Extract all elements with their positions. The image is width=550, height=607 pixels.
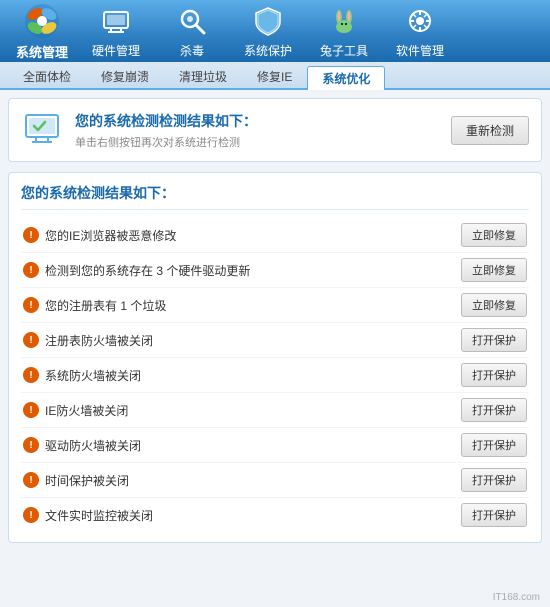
result-text-5: IE防火墙被关闭	[45, 402, 128, 419]
nav-protect[interactable]: 系统保护	[232, 0, 304, 63]
tab-clean-junk[interactable]: 清理垃圾	[164, 64, 242, 88]
warn-icon-7: !	[23, 472, 39, 488]
logo-icon	[23, 2, 61, 40]
kill-icon	[174, 3, 210, 39]
tab-repair-ie[interactable]: 修复IE	[242, 64, 307, 88]
status-left: 您的系统检测检测结果如下： 单击右侧按钮再次对系统进行检测	[21, 109, 257, 151]
fix-btn-6[interactable]: 打开保护	[461, 433, 527, 457]
fix-btn-8[interactable]: 打开保护	[461, 503, 527, 527]
result-text-3: 注册表防火墙被关闭	[45, 332, 153, 349]
nav-software-label: 软件管理	[396, 42, 444, 59]
result-row-3: ! 注册表防火墙被关闭 打开保护	[21, 323, 529, 358]
fix-btn-2[interactable]: 立即修复	[461, 293, 527, 317]
result-text-1: 检测到您的系统存在 3 个硬件驱动更新	[45, 262, 250, 279]
result-row-4: ! 系统防火墙被关闭 打开保护	[21, 358, 529, 393]
software-icon	[402, 3, 438, 39]
app-logo: 系统管理	[8, 2, 76, 61]
result-text-7: 时间保护被关闭	[45, 472, 129, 489]
warn-icon-1: !	[23, 262, 39, 278]
recheck-button[interactable]: 重新检测	[451, 116, 529, 145]
result-row-2: ! 您的注册表有 1 个垃圾 立即修复	[21, 288, 529, 323]
fix-btn-1[interactable]: 立即修复	[461, 258, 527, 282]
fix-btn-0[interactable]: 立即修复	[461, 223, 527, 247]
result-text-6: 驱动防火墙被关闭	[45, 437, 141, 454]
rabbit-icon	[326, 3, 362, 39]
warn-icon-4: !	[23, 367, 39, 383]
top-navbar: 系统管理 硬件管理 杀毒	[0, 0, 550, 62]
result-row-5: ! IE防火墙被关闭 打开保护	[21, 393, 529, 428]
result-row-0: ! 您的IE浏览器被恶意修改 立即修复	[21, 218, 529, 253]
nav-protect-label: 系统保护	[244, 42, 292, 59]
nav-rabbit[interactable]: 兔子工具	[308, 0, 380, 63]
nav-kill-label: 杀毒	[180, 42, 204, 59]
result-row-8: ! 文件实时监控被关闭 打开保护	[21, 498, 529, 532]
fix-btn-4[interactable]: 打开保护	[461, 363, 527, 387]
tabs-bar: 全面体检 修复崩溃 清理垃圾 修复IE 系统优化	[0, 62, 550, 90]
fix-btn-3[interactable]: 打开保护	[461, 328, 527, 352]
status-heading: 您的系统检测检测结果如下：	[75, 111, 257, 131]
status-text: 您的系统检测检测结果如下： 单击右侧按钮再次对系统进行检测	[75, 111, 257, 150]
warn-icon-5: !	[23, 402, 39, 418]
result-text-2: 您的注册表有 1 个垃圾	[45, 297, 166, 314]
nav-software[interactable]: 软件管理	[384, 0, 456, 63]
main-content: 您的系统检测检测结果如下： 单击右侧按钮再次对系统进行检测 重新检测 您的系统检…	[0, 90, 550, 588]
warn-icon-3: !	[23, 332, 39, 348]
protect-icon	[250, 3, 286, 39]
footer-watermark: IT168.com	[493, 592, 540, 603]
results-heading: 您的系统检测结果如下：	[21, 183, 529, 210]
fix-btn-5[interactable]: 打开保护	[461, 398, 527, 422]
nav-rabbit-label: 兔子工具	[320, 42, 368, 59]
tab-optimize[interactable]: 系统优化	[307, 66, 385, 90]
status-sub: 单击右侧按钮再次对系统进行检测	[75, 134, 257, 150]
status-monitor-icon	[21, 109, 63, 151]
result-text-0: 您的IE浏览器被恶意修改	[45, 227, 176, 244]
result-row-1: ! 检测到您的系统存在 3 个硬件驱动更新 立即修复	[21, 253, 529, 288]
warn-icon-2: !	[23, 297, 39, 313]
status-box: 您的系统检测检测结果如下： 单击右侧按钮再次对系统进行检测 重新检测	[8, 98, 542, 162]
hardware-icon	[98, 3, 134, 39]
nav-hardware-label: 硬件管理	[92, 42, 140, 59]
result-text-8: 文件实时监控被关闭	[45, 507, 153, 524]
result-row-7: ! 时间保护被关闭 打开保护	[21, 463, 529, 498]
nav-hardware[interactable]: 硬件管理	[80, 0, 152, 63]
warn-icon-6: !	[23, 437, 39, 453]
fix-btn-7[interactable]: 打开保护	[461, 468, 527, 492]
result-row-6: ! 驱动防火墙被关闭 打开保护	[21, 428, 529, 463]
warn-icon-8: !	[23, 507, 39, 523]
warn-icon-0: !	[23, 227, 39, 243]
results-box: 您的系统检测结果如下： ! 您的IE浏览器被恶意修改 立即修复 ! 检测到您的系…	[8, 172, 542, 543]
result-text-4: 系统防火墙被关闭	[45, 367, 141, 384]
logo-label: 系统管理	[16, 42, 68, 61]
nav-kill[interactable]: 杀毒	[156, 0, 228, 63]
tab-full-check[interactable]: 全面体检	[8, 64, 86, 88]
footer: IT168.com	[0, 588, 550, 607]
tab-repair-error[interactable]: 修复崩溃	[86, 64, 164, 88]
